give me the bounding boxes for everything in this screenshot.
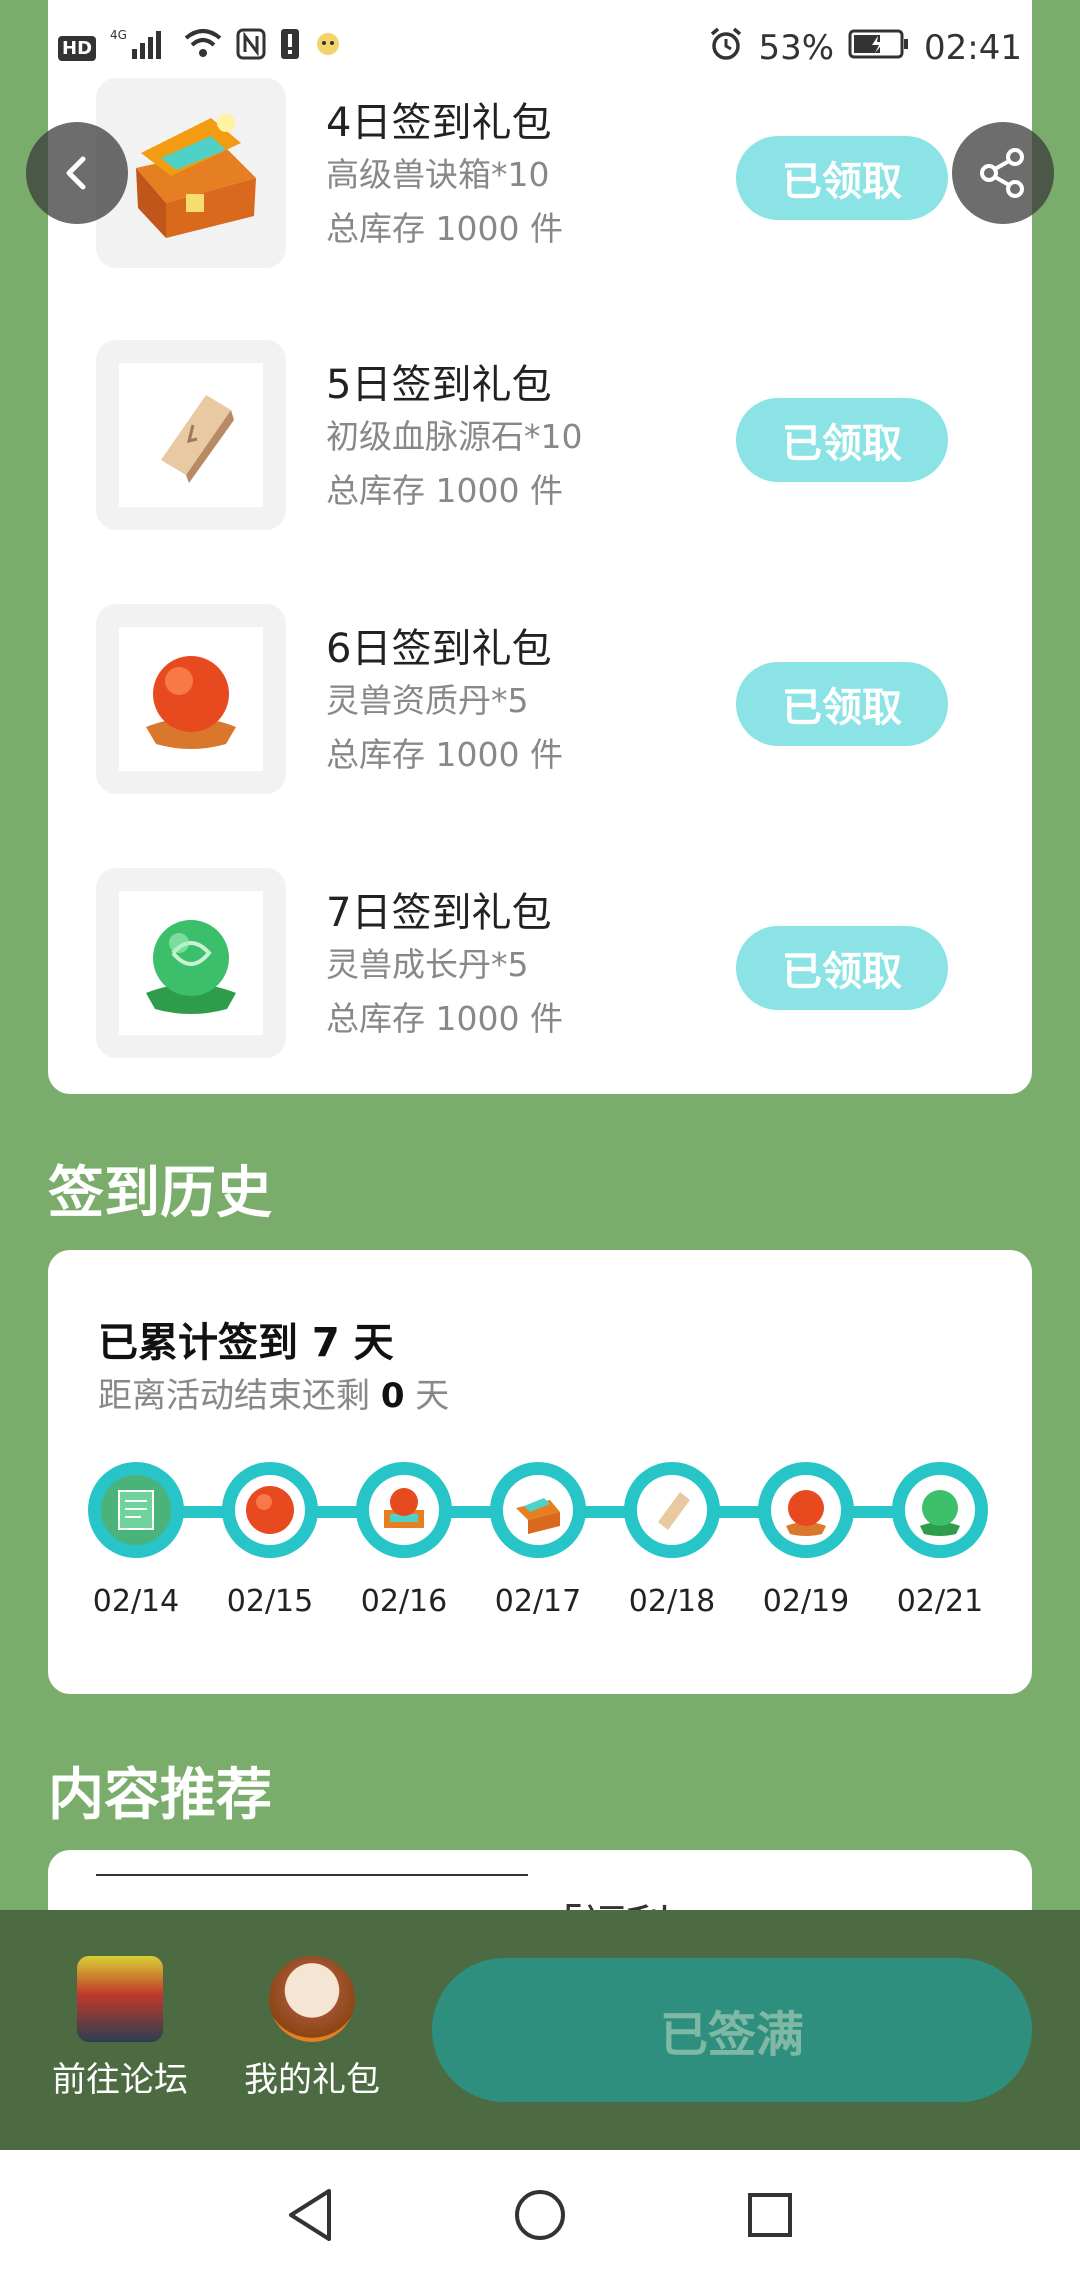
gift-stock: 总库存 1000 件 <box>326 209 563 248</box>
chevron-left-icon <box>66 156 86 190</box>
stone-tile-icon <box>637 1475 707 1545</box>
gift-item-name: 灵兽资质丹*5 <box>326 681 529 720</box>
forum-avatar-icon <box>77 1956 163 2042</box>
circle-home-icon <box>515 2190 565 2240</box>
gift-thumbnail <box>96 868 286 1058</box>
gift-title: 7日签到礼包 <box>326 890 552 936</box>
back-button[interactable] <box>26 122 128 224</box>
gift-stock: 总库存 1000 件 <box>326 471 563 510</box>
forum-button[interactable]: 前往论坛 <box>30 1956 210 2101</box>
timeline-date: 02/16 <box>360 1584 448 1619</box>
timeline-date: 02/19 <box>762 1584 850 1619</box>
timeline-node <box>892 1462 988 1558</box>
claimed-button[interactable]: 已领取 <box>736 662 948 746</box>
gift-thumbnail <box>96 340 286 530</box>
forum-label: 前往论坛 <box>52 2060 188 2100</box>
gift-avatar-icon <box>269 1956 355 2042</box>
signal-4g-icon: 4G <box>110 27 170 69</box>
book-icon <box>101 1475 171 1545</box>
history-remaining: 距离活动结束还剩 0 天 <box>98 1376 450 1416</box>
gift-stock: 总库存 1000 件 <box>326 735 563 774</box>
nav-recents-button[interactable] <box>740 2185 800 2245</box>
gift-row: 4日签到礼包 高级兽诀箱*10 总库存 1000 件 已领取 <box>48 78 984 268</box>
history-total: 已累计签到 7 天 <box>98 1320 394 1366</box>
section-title-recommend: 内容推荐 <box>48 1763 272 1828</box>
my-gifts-button[interactable]: 我的礼包 <box>222 1956 402 2101</box>
timeline-node <box>490 1462 586 1558</box>
gift-title: 4日签到礼包 <box>326 100 552 146</box>
gift-row: 6日签到礼包 灵兽资质丹*5 总库存 1000 件 已领取 <box>48 604 984 794</box>
timeline-node <box>758 1462 854 1558</box>
share-icon <box>980 148 1024 198</box>
claimed-button[interactable]: 已领取 <box>736 136 948 220</box>
gift-item-name: 灵兽成长丹*5 <box>326 945 529 984</box>
status-left: HD 4G <box>58 27 342 69</box>
svg-text:4G: 4G <box>110 28 127 42</box>
gift-item-name: 初级血脉源石*10 <box>326 417 583 456</box>
red-orb-icon <box>771 1475 841 1545</box>
timeline-node <box>624 1462 720 1558</box>
gift-title: 6日签到礼包 <box>326 626 552 672</box>
signin-timeline: 02/14 02/15 02/16 02/17 02/18 02/19 02/2… <box>88 1462 1008 1619</box>
hd-badge: HD <box>58 35 97 61</box>
gift-item-name: 高级兽诀箱*10 <box>326 155 550 194</box>
claimed-button[interactable]: 已领取 <box>736 926 948 1010</box>
gift-list-card: 4日签到礼包 高级兽诀箱*10 总库存 1000 件 已领取 5日签到礼包 初级… <box>48 0 1032 1094</box>
my-gifts-label: 我的礼包 <box>244 2060 380 2100</box>
battery-charging-icon <box>848 28 910 68</box>
gift-title: 5日签到礼包 <box>326 362 552 408</box>
remaining-days: 0 <box>380 1376 405 1416</box>
wifi-icon <box>184 28 222 68</box>
timeline-date: 02/21 <box>896 1584 984 1619</box>
claimed-button[interactable]: 已领取 <box>736 398 948 482</box>
green-orb-icon <box>905 1475 975 1545</box>
timeline-date: 02/17 <box>494 1584 582 1619</box>
timeline-node <box>222 1462 318 1558</box>
nav-home-button[interactable] <box>510 2185 570 2245</box>
timeline-date: 02/18 <box>628 1584 716 1619</box>
system-nav-bar <box>0 2150 1080 2280</box>
stone-tile-icon <box>119 363 263 507</box>
history-card: 已累计签到 7 天 距离活动结束还剩 0 天 02/14 02/15 02/16… <box>48 1250 1032 1694</box>
timeline-date: 02/14 <box>92 1584 180 1619</box>
share-button[interactable] <box>952 122 1054 224</box>
section-title-history: 签到历史 <box>48 1161 272 1226</box>
status-bar: HD 4G 53% 02:41 <box>0 0 1080 96</box>
nav-back-button[interactable] <box>280 2185 340 2245</box>
timeline-node <box>88 1462 184 1558</box>
timeline-date: 02/15 <box>226 1584 314 1619</box>
green-orb-icon <box>119 891 263 1035</box>
timeline-node <box>356 1462 452 1558</box>
treasure-chest-icon <box>136 114 256 238</box>
clock-time: 02:41 <box>924 28 1022 68</box>
red-orb-icon <box>235 1475 305 1545</box>
signed-full-button[interactable]: 已签满 <box>432 1958 1032 2102</box>
box-orb-icon <box>369 1475 439 1545</box>
treasure-chest-icon <box>503 1475 573 1545</box>
alarm-icon <box>708 26 744 70</box>
red-orb-icon <box>119 627 263 771</box>
triangle-back-icon <box>289 2189 331 2241</box>
status-right: 53% 02:41 <box>708 26 1022 70</box>
nfc-icon <box>236 28 266 68</box>
gift-row: 5日签到礼包 初级血脉源石*10 总库存 1000 件 已领取 <box>48 340 984 530</box>
battery-percent: 53% <box>758 28 835 68</box>
alert-icon <box>280 28 300 68</box>
bottom-action-bar: 前往论坛 我的礼包 已签满 <box>0 1910 1080 2150</box>
emoji-icon <box>314 30 342 66</box>
gift-thumbnail <box>96 604 286 794</box>
gift-row: 7日签到礼包 灵兽成长丹*5 总库存 1000 件 已领取 <box>48 868 984 1058</box>
square-recents-icon <box>748 2193 792 2237</box>
gift-stock: 总库存 1000 件 <box>326 999 563 1038</box>
